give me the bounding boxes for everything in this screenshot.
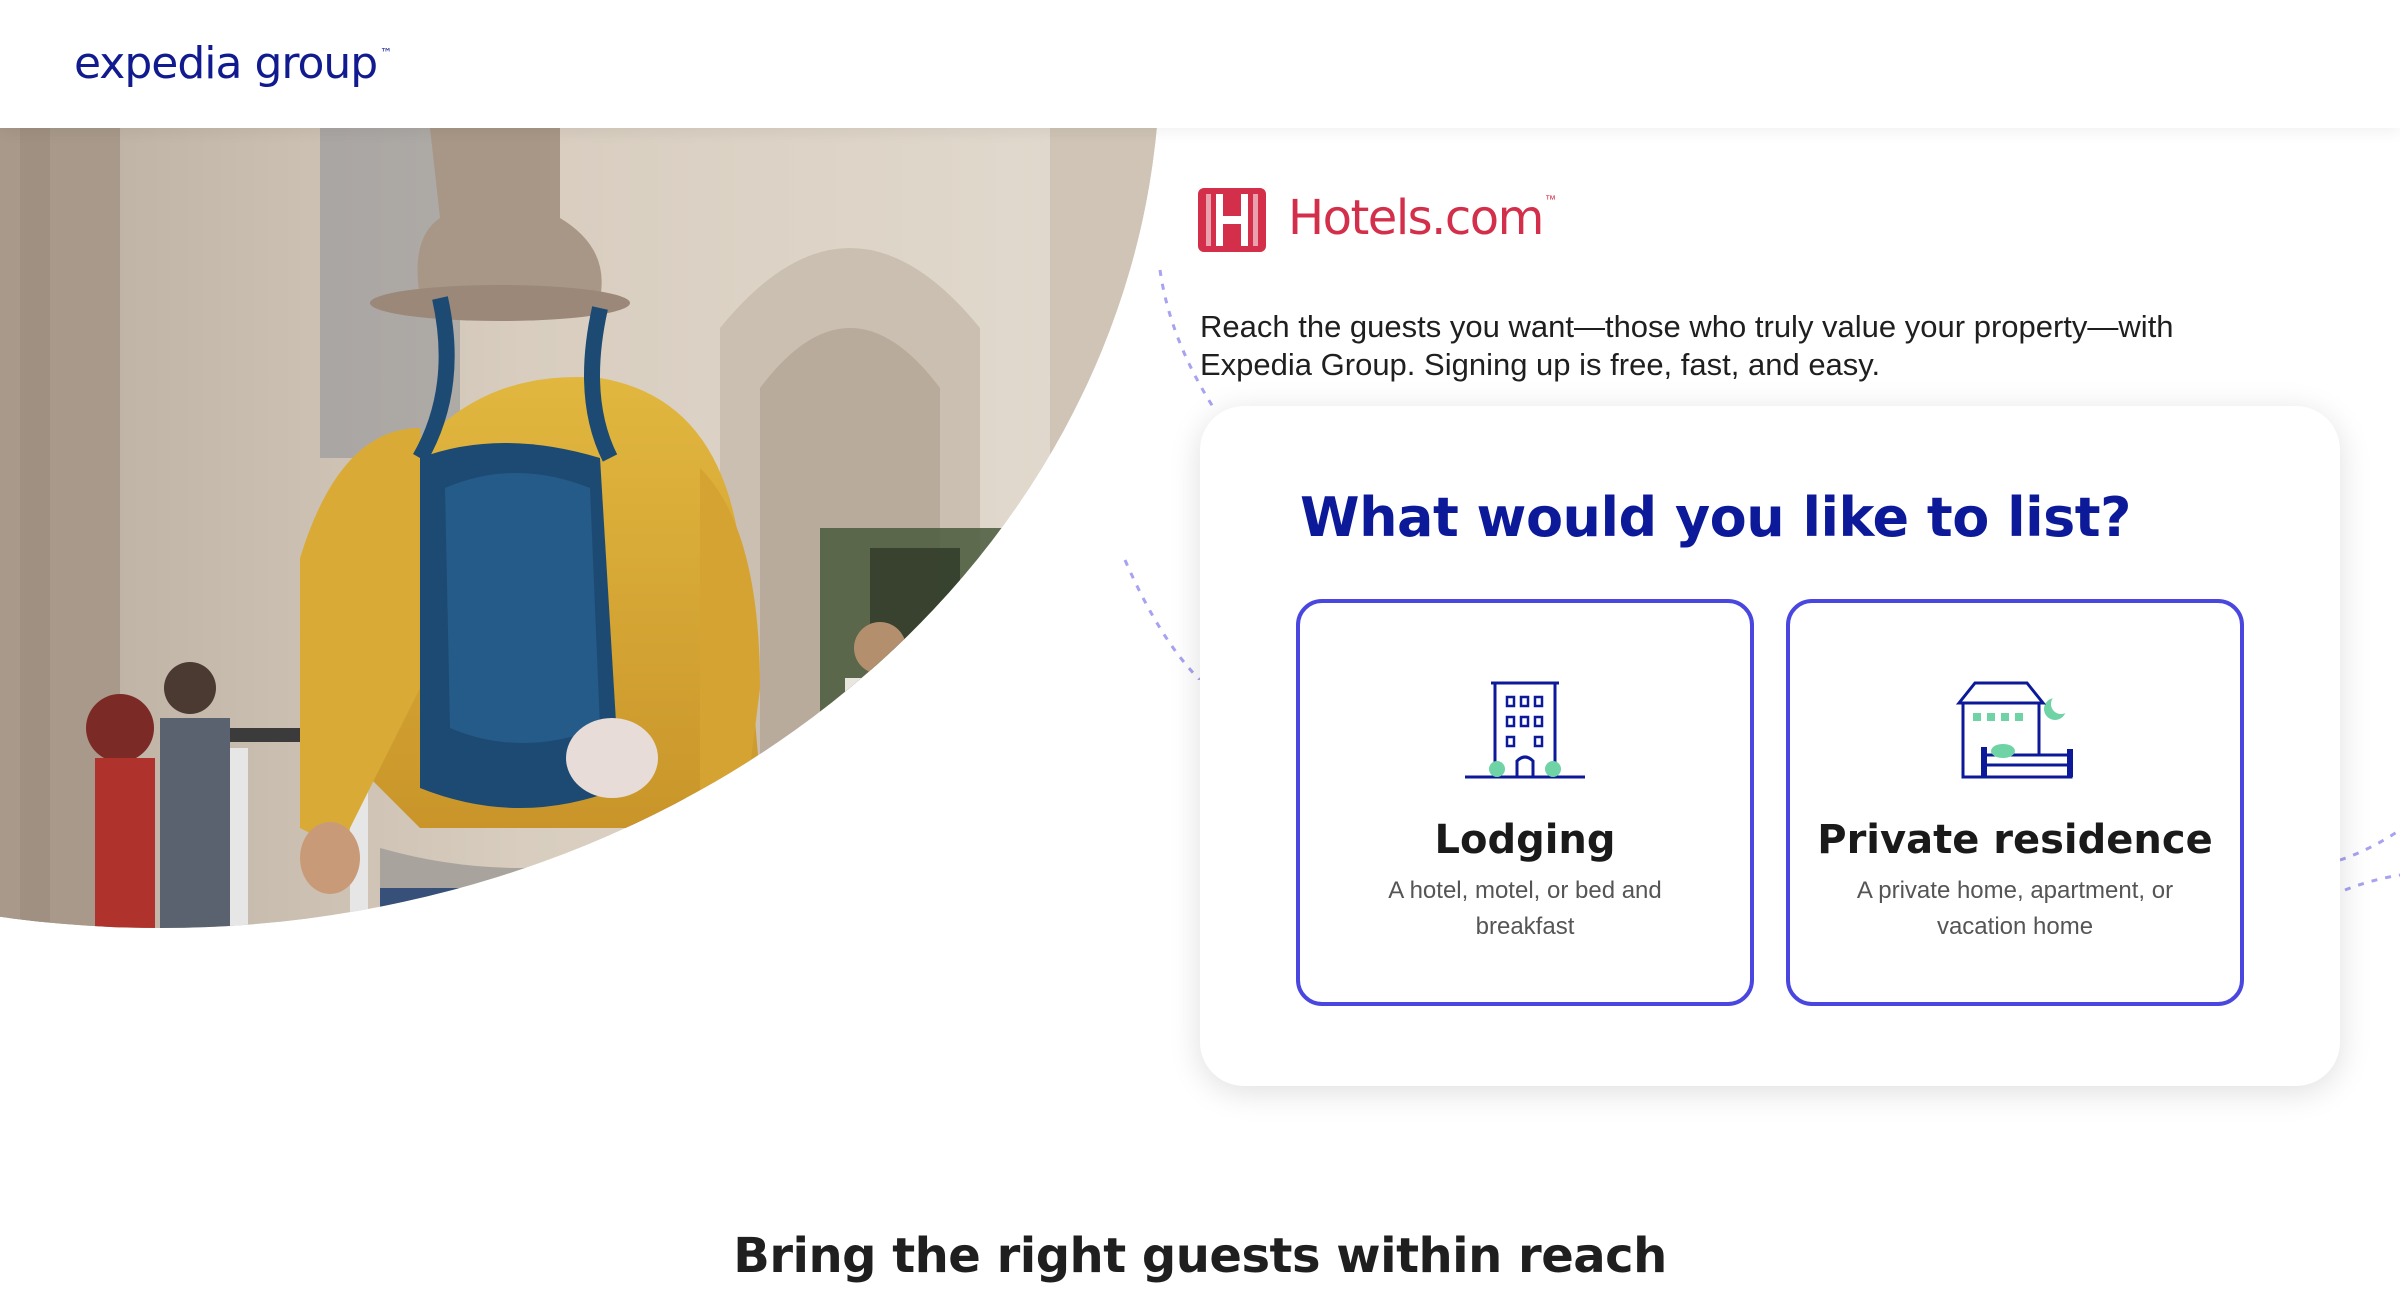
private-residence-option-description: A private home, apartment, or vacation h…	[1856, 877, 2174, 940]
decorative-dashed-line-right	[2339, 828, 2400, 892]
section-title: Bring the right guests within reach	[733, 1228, 1667, 1284]
partner-wordmark: Hotels.com	[1288, 190, 1544, 246]
intro-text: Reach the guests you want—those who trul…	[1200, 309, 2174, 382]
hero-photo	[0, 128, 1160, 928]
brand-wordmark: expedia group	[74, 38, 378, 89]
lodging-option-description: A hotel, motel, or bed and breakfast	[1388, 877, 1662, 940]
hotels-com-h-icon	[1198, 188, 1266, 252]
house-bed-icon	[1955, 679, 2075, 784]
lodging-option-title: Lodging	[1434, 817, 1616, 863]
hotels-com-logo: Hotels.com ™	[1198, 186, 1556, 254]
site-header: expedia group ™	[0, 0, 2400, 128]
private-residence-option-title: Private residence	[1817, 817, 2213, 863]
listing-type-card: What would you like to list? Lodging A h…	[1200, 406, 2340, 1086]
traveler-photo-illustration	[0, 128, 1160, 928]
lodging-option[interactable]: Lodging A hotel, motel, or bed and break…	[1296, 599, 1754, 1006]
private-residence-option[interactable]: Private residence A private home, apartm…	[1786, 599, 2244, 1006]
card-heading: What would you like to list?	[1300, 486, 2131, 549]
brand-trademark: ™	[380, 46, 393, 60]
hotel-building-icon	[1465, 679, 1585, 784]
expedia-group-logo[interactable]: expedia group ™	[74, 38, 392, 89]
partner-trademark: ™	[1544, 194, 1556, 206]
